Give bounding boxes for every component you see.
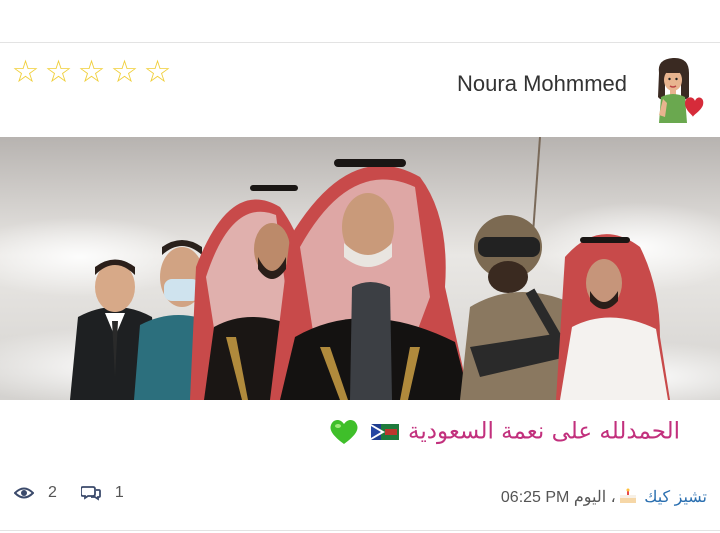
rating-star-3[interactable]: ☆ [76, 55, 107, 89]
post-header: ☆ ☆ ☆ ☆ ☆ Noura Mohmmed [0, 43, 720, 137]
meta-separator: ، [610, 489, 616, 506]
post-meta: تشيز كيك ، اليوم 06:25 PM [501, 487, 707, 507]
rating-star-2[interactable]: ☆ [43, 55, 74, 89]
views-stat: 2 [14, 484, 57, 502]
bottom-divider [0, 530, 720, 531]
post-banner-image[interactable] [0, 137, 720, 400]
comments-stat[interactable]: 1 [80, 484, 124, 502]
meta-time: 06:25 PM [500, 489, 570, 506]
caption-text: الحمدلله على نعمة السعودية [407, 418, 680, 445]
meta-day: اليوم [573, 489, 607, 506]
rating-star-1[interactable]: ☆ [10, 55, 41, 89]
saudi-flag-icon [370, 424, 399, 440]
post-stats: 2 1 [14, 484, 124, 502]
post-caption: الحمدلله على نعمة السعودية [0, 418, 680, 446]
views-count: 2 [48, 484, 57, 501]
comments-icon[interactable] [80, 485, 101, 501]
avatar-icon[interactable] [645, 53, 707, 125]
green-heart-icon [330, 419, 358, 444]
comments-count[interactable]: 1 [115, 484, 124, 502]
rating-stars[interactable]: ☆ ☆ ☆ ☆ ☆ [10, 55, 173, 89]
rating-star-5[interactable]: ☆ [142, 55, 173, 89]
cake-icon [619, 488, 636, 503]
rating-star-4[interactable]: ☆ [109, 55, 140, 89]
eye-icon [14, 487, 34, 499]
author-name[interactable]: Noura Mohmmed [457, 71, 627, 97]
meta-user-link[interactable]: تشيز كيك [644, 489, 707, 506]
